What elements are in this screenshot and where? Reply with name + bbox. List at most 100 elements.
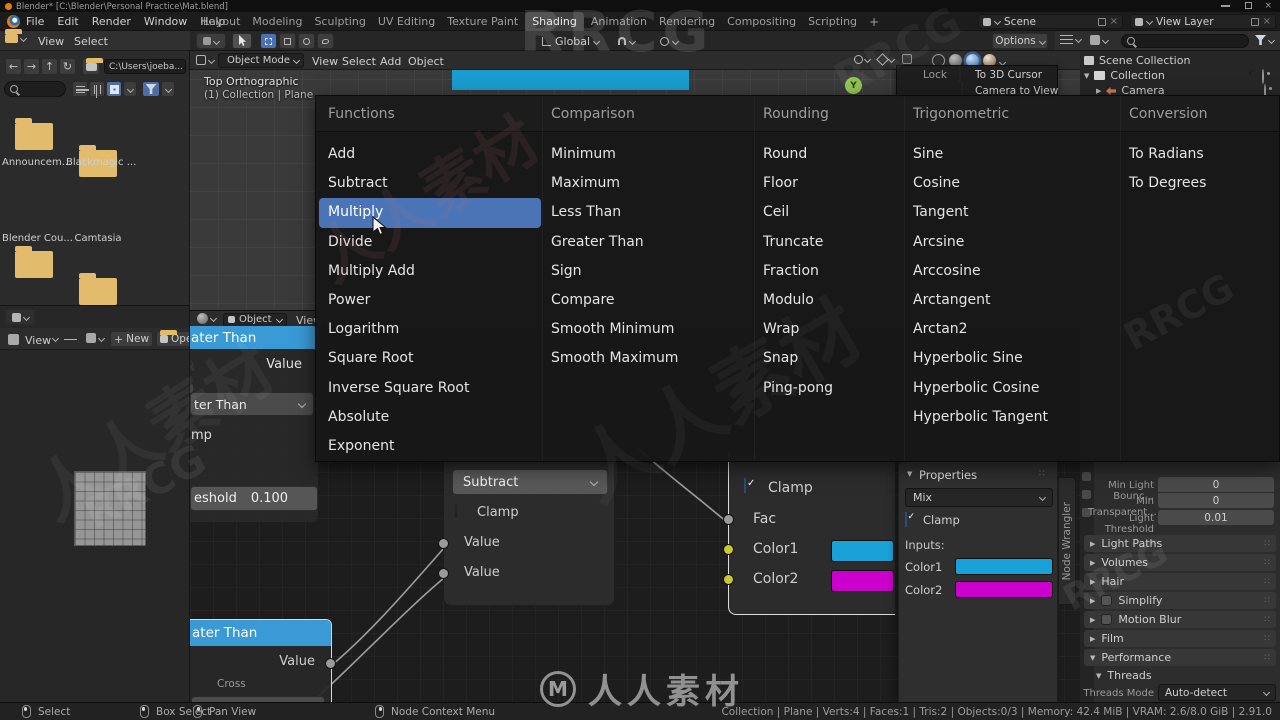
blender-app-icon[interactable] bbox=[7, 15, 20, 28]
menu-item[interactable]: Sign bbox=[542, 257, 747, 286]
section-performance[interactable]: ▼ Performance ∷ bbox=[1084, 649, 1276, 666]
menu-item[interactable]: Power bbox=[319, 286, 541, 315]
display-vertical-list-button[interactable] bbox=[72, 81, 89, 97]
input-socket[interactable] bbox=[722, 544, 734, 555]
color2-swatch[interactable] bbox=[831, 570, 894, 592]
file-search-input[interactable] bbox=[4, 81, 66, 97]
file-path-field[interactable]: C:\Users\joeba... bbox=[104, 59, 186, 74]
viewport-object-menu[interactable]: Object bbox=[408, 55, 444, 68]
section-light-paths[interactable]: ▶ Light Paths ∷ bbox=[1084, 535, 1276, 552]
field-value[interactable]: 0 bbox=[1158, 493, 1274, 508]
menu-item[interactable]: Greater Than bbox=[542, 228, 747, 257]
tab-uv-editing[interactable]: UV Editing bbox=[373, 12, 440, 31]
menu-item[interactable]: Maximum bbox=[542, 169, 747, 198]
filter-options-dropdown[interactable] bbox=[161, 81, 175, 97]
mix-operation-dropdown[interactable]: Mix bbox=[905, 488, 1053, 507]
display-thumbnails-button[interactable] bbox=[106, 81, 122, 97]
node-greater-than-bottom[interactable]: ater Than Value Cross ter Than bbox=[190, 619, 336, 702]
overlays-dropdown[interactable] bbox=[876, 52, 896, 66]
tab-sculpting[interactable]: Sculpting bbox=[309, 12, 370, 31]
menu-item[interactable]: Less Than bbox=[542, 198, 747, 227]
menu-item[interactable]: Compare bbox=[542, 286, 747, 315]
panel-drag-dots-icon[interactable]: ∷ bbox=[1039, 469, 1045, 479]
new-scene-icon[interactable] bbox=[1097, 17, 1106, 26]
close-view-layer-icon[interactable]: × bbox=[1263, 16, 1271, 27]
subsection-threads[interactable]: ▼ Threads bbox=[1096, 669, 1152, 682]
viewport-add-menu[interactable]: Add bbox=[380, 55, 401, 68]
mode-dropdown[interactable]: Object Mode bbox=[218, 53, 304, 68]
file-browser-view-menu[interactable]: View bbox=[38, 35, 64, 48]
select-mode-tweak-button[interactable] bbox=[260, 33, 277, 49]
display-size-dropdown[interactable] bbox=[123, 81, 137, 97]
node-subtract[interactable]: Subtract Clamp Value Value bbox=[438, 456, 615, 606]
new-view-layer-icon[interactable] bbox=[1250, 17, 1259, 26]
expand-triangle-icon[interactable]: ▼ bbox=[1084, 72, 1089, 80]
options-button[interactable]: Options bbox=[992, 33, 1048, 49]
node-operation-dropdown[interactable]: ter Than bbox=[190, 392, 314, 416]
display-horizontal-list-button[interactable] bbox=[89, 81, 105, 97]
axis-gizmo-y[interactable]: Y bbox=[845, 77, 862, 94]
tab-layout[interactable]: Layout bbox=[198, 12, 245, 31]
tab-compositing[interactable]: Compositing bbox=[722, 12, 801, 31]
node-header[interactable]: ater Than bbox=[190, 326, 318, 349]
select-mode-lasso-button[interactable] bbox=[317, 33, 334, 49]
tab-rendering[interactable]: Rendering bbox=[654, 12, 720, 31]
image-browse-dropdown[interactable] bbox=[86, 333, 106, 343]
field-value[interactable]: 0 bbox=[1158, 477, 1274, 492]
menu-item[interactable]: Divide bbox=[319, 228, 541, 257]
minimize-button[interactable] bbox=[1221, 5, 1230, 7]
input-socket[interactable] bbox=[722, 514, 734, 525]
menu-item[interactable]: Minimum bbox=[542, 140, 747, 169]
menu-item[interactable]: Snap bbox=[754, 344, 904, 373]
menu-item[interactable]: Round bbox=[754, 140, 904, 169]
menu-item[interactable]: Hyperbolic Sine bbox=[904, 344, 1120, 373]
menu-item[interactable]: Fraction bbox=[754, 257, 904, 286]
select-mode-box-button[interactable] bbox=[279, 33, 296, 49]
menu-item[interactable]: Arccosine bbox=[904, 257, 1120, 286]
shader-type-dropdown[interactable]: Object bbox=[223, 312, 287, 327]
outliner-display-mode-dropdown[interactable] bbox=[1060, 35, 1083, 44]
filter-toggle-button[interactable] bbox=[142, 81, 160, 97]
menu-item[interactable]: Sine bbox=[904, 140, 1120, 169]
threads-mode-dropdown[interactable]: Auto-detect bbox=[1158, 684, 1276, 701]
menu-item[interactable]: Arcsine bbox=[904, 228, 1120, 257]
nav-forward-button[interactable]: → bbox=[23, 58, 40, 75]
menu-item[interactable]: Hyperbolic Cosine bbox=[904, 374, 1120, 403]
tab-scripting[interactable]: Scripting bbox=[803, 12, 862, 31]
lock-to-cursor-checkbox[interactable] bbox=[959, 67, 961, 82]
color1-swatch[interactable] bbox=[955, 558, 1053, 575]
output-socket[interactable] bbox=[325, 658, 336, 669]
active-tool-button[interactable] bbox=[232, 33, 252, 49]
show-gizmo-dropdown[interactable] bbox=[854, 54, 872, 64]
node-greater-than-top[interactable]: ater Than Value ter Than mp eshold 0.100 bbox=[190, 326, 318, 522]
menu-item[interactable]: Ceil bbox=[754, 198, 904, 227]
view-layer-selector[interactable]: View Layer × bbox=[1130, 14, 1276, 29]
clamp-checkbox[interactable] bbox=[455, 504, 457, 519]
panel-expand-icon[interactable]: ▼ bbox=[907, 470, 912, 478]
menu-item[interactable]: Exponent bbox=[319, 432, 541, 461]
new-folder-button[interactable] bbox=[82, 57, 103, 75]
input-socket[interactable] bbox=[438, 568, 449, 579]
viewport-select-menu[interactable]: Select bbox=[342, 55, 376, 68]
tab-animation[interactable]: Animation bbox=[586, 12, 652, 31]
menu-item[interactable]: Absolute bbox=[319, 403, 541, 432]
field-value[interactable]: 0.01 bbox=[1158, 510, 1274, 525]
clamp-checkbox[interactable] bbox=[744, 478, 746, 493]
menu-item[interactable]: Ping-pong bbox=[754, 374, 904, 403]
close-button[interactable]: × bbox=[1264, 1, 1272, 11]
menu-render[interactable]: Render bbox=[92, 15, 131, 28]
motion-blur-checkbox[interactable] bbox=[1101, 614, 1113, 625]
folder-icon[interactable] bbox=[15, 246, 53, 278]
tab-node-wrangler[interactable]: Node Wrangler bbox=[1058, 477, 1076, 605]
viewport-view-menu[interactable]: View bbox=[312, 55, 338, 68]
node-operation-dropdown[interactable]: Subtract bbox=[452, 469, 608, 495]
close-scene-icon[interactable]: × bbox=[1110, 16, 1118, 27]
node-mix[interactable]: Clamp Fac Color1 Color2 bbox=[722, 453, 895, 615]
editor-type-button[interactable] bbox=[5, 29, 28, 43]
menu-item[interactable]: To Degrees bbox=[1120, 169, 1278, 198]
section-film[interactable]: ▶ Film ∷ bbox=[1084, 630, 1276, 647]
section-volumes[interactable]: ▶ Volumes ∷ bbox=[1084, 554, 1276, 571]
menu-item[interactable]: Square Root bbox=[319, 344, 541, 373]
simplify-checkbox[interactable] bbox=[1101, 595, 1113, 606]
open-image-button[interactable]: Open bbox=[156, 330, 189, 347]
